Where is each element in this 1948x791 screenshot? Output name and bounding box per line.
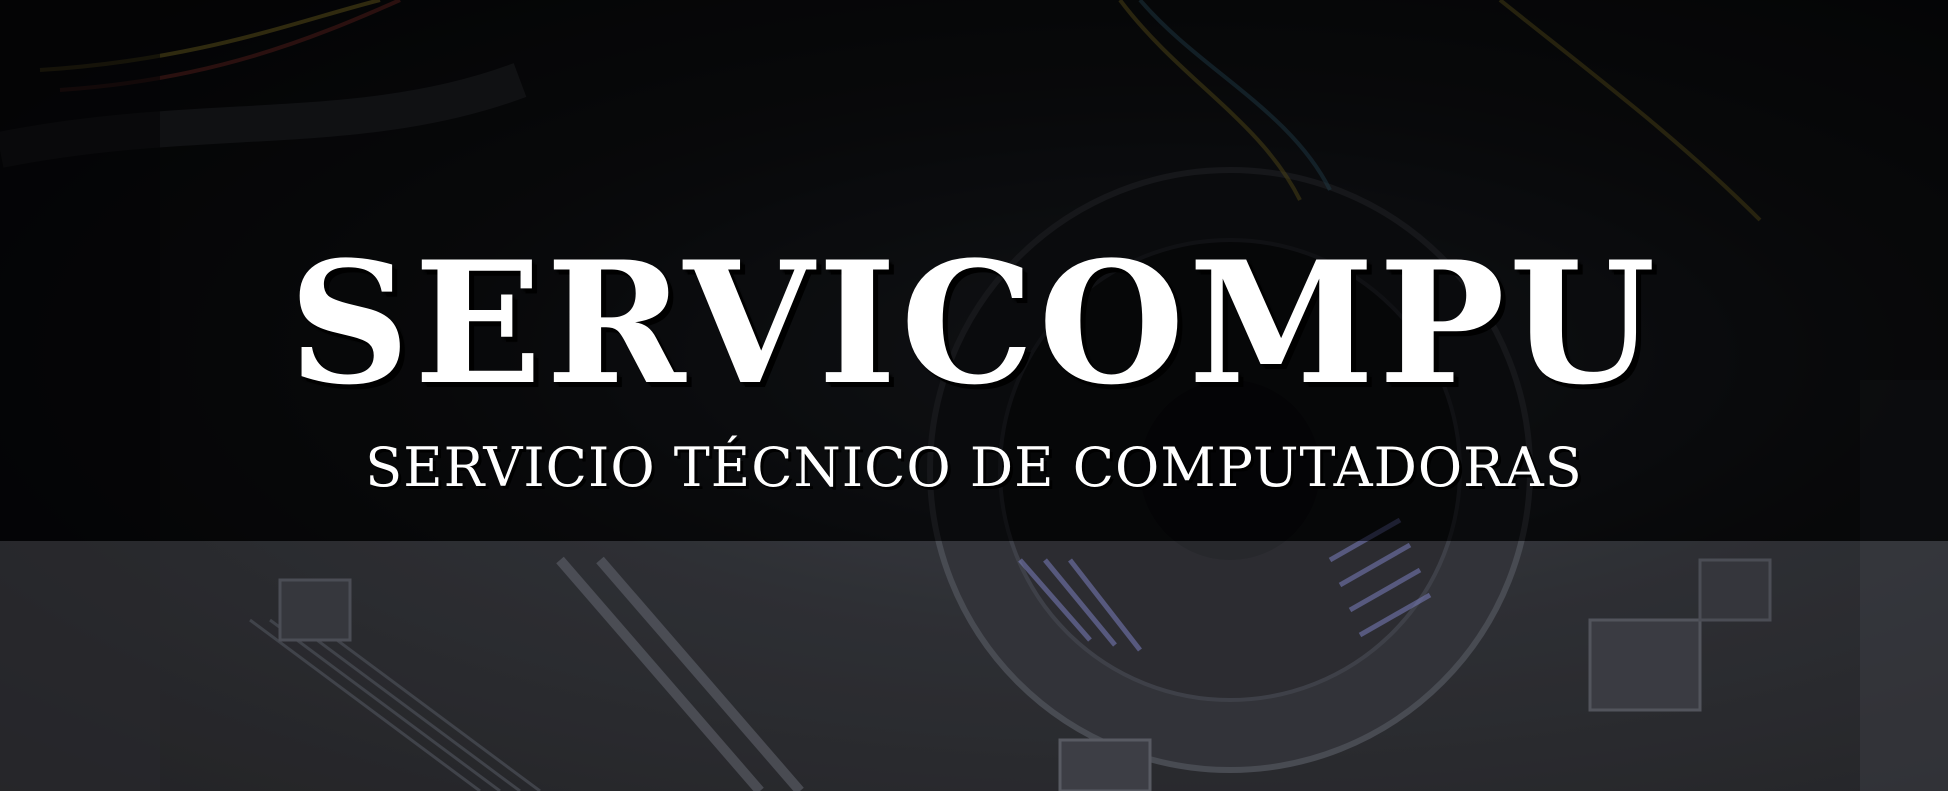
- brand-subtitle: SERVICIO TÉCNICO DE COMPUTADORAS: [365, 436, 1583, 499]
- light-overlay-band: [0, 541, 1948, 791]
- hero-banner: SERVICOMPU SERVICIO TÉCNICO DE COMPUTADO…: [0, 0, 1948, 791]
- brand-title: SERVICOMPU: [288, 224, 1660, 422]
